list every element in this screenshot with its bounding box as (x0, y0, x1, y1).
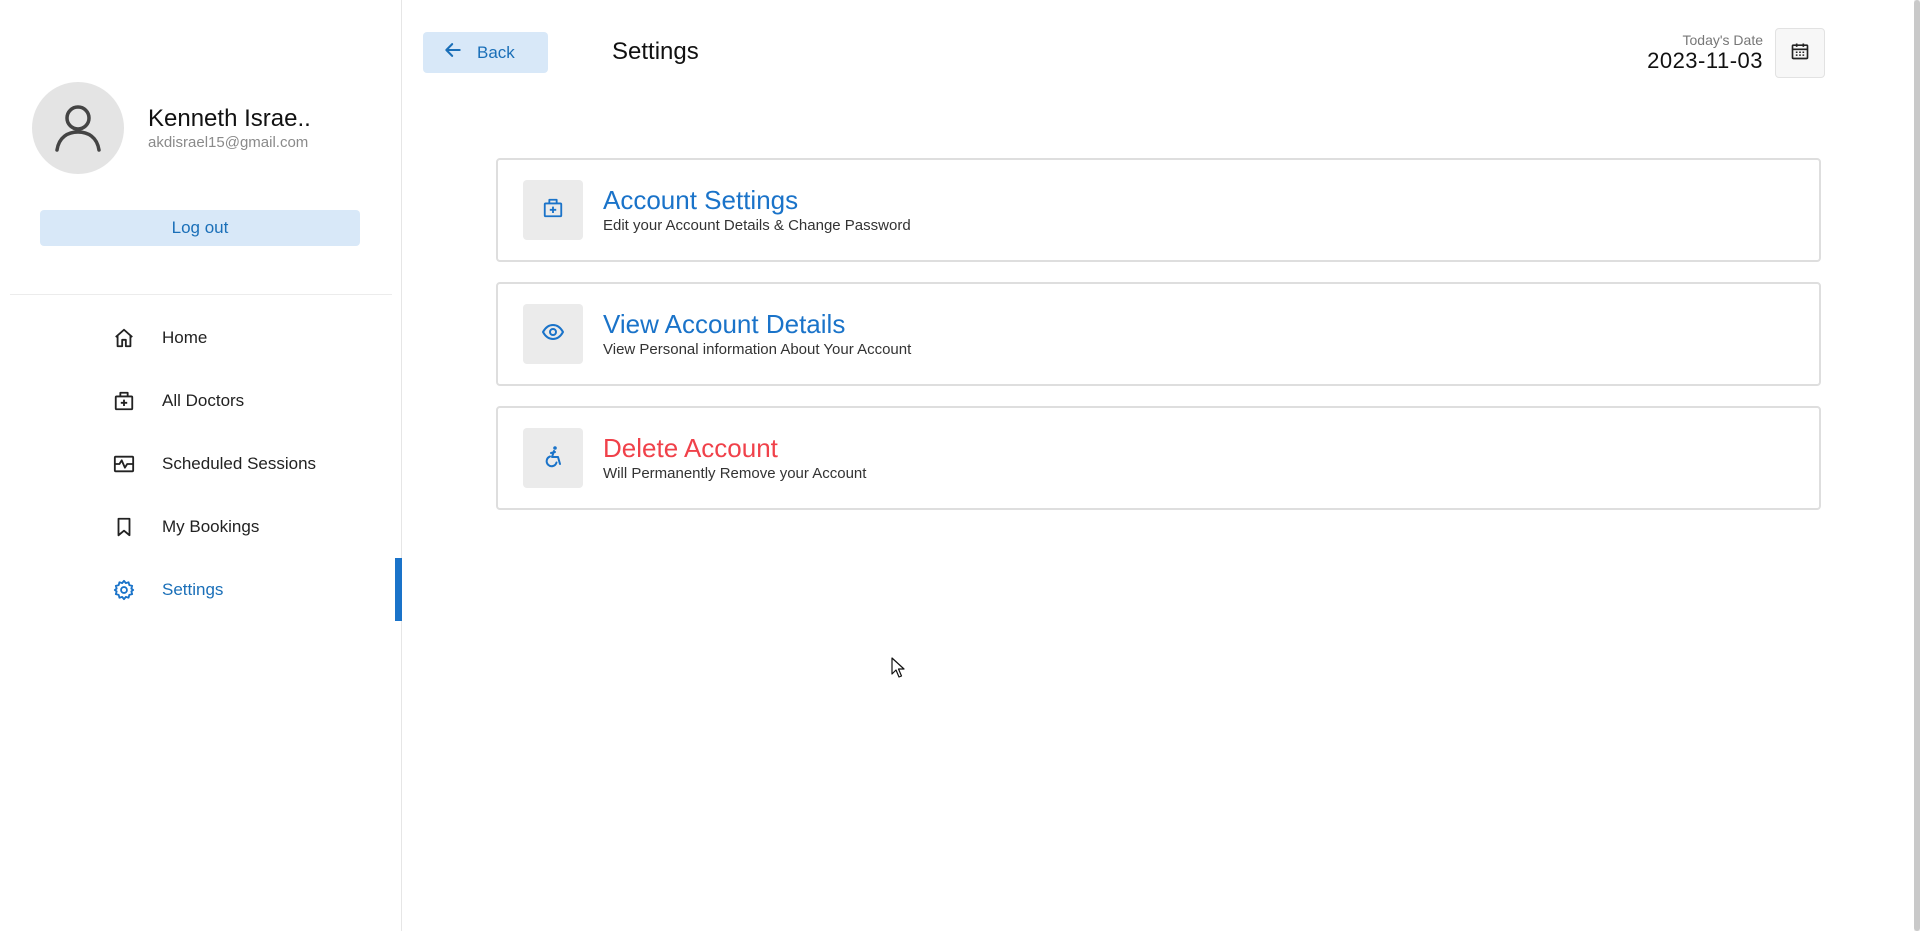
sidebar-item-scheduled-sessions[interactable]: Scheduled Sessions (0, 432, 402, 495)
sidebar-item-home[interactable]: Home (0, 306, 402, 369)
user-icon (55, 105, 101, 152)
sidebar-item-all-doctors[interactable]: All Doctors (0, 369, 402, 432)
card-title: Account Settings (603, 185, 799, 215)
sidebar-item-label: Settings (162, 579, 224, 599)
pulse-monitor-icon (112, 452, 136, 476)
card-icon-box (523, 304, 583, 364)
sidebar-item-settings[interactable]: Settings (0, 558, 402, 621)
gear-icon (112, 578, 136, 602)
sidebar-item-label: Home (162, 327, 208, 347)
sidebar-divider (10, 294, 392, 295)
user-name: Kenneth Israe.. (148, 105, 311, 132)
home-icon (112, 326, 136, 350)
todays-date: Today's Date 2023-11-03 (1647, 32, 1763, 74)
delete-account-card[interactable]: Delete Account Will Permanently Remove y… (496, 406, 1821, 510)
avatar (32, 82, 124, 174)
sidebar-item-label: All Doctors (162, 390, 245, 410)
arrow-left-icon (443, 40, 463, 65)
view-account-details-card[interactable]: View Account Details View Personal infor… (496, 282, 1821, 386)
card-title: View Account Details (603, 309, 846, 339)
accessible-icon (541, 444, 565, 473)
user-profile: Kenneth Israe.. akdisrael15@gmail.com (32, 82, 311, 174)
sidebar-item-label: My Bookings (162, 516, 260, 536)
sidebar-item-my-bookings[interactable]: My Bookings (0, 495, 402, 558)
logout-button[interactable]: Log out (40, 210, 360, 246)
back-button[interactable]: Back (423, 32, 548, 73)
user-email: akdisrael15@gmail.com (148, 134, 309, 151)
calendar-icon (1790, 41, 1810, 66)
date-value: 2023-11-03 (1647, 48, 1763, 73)
card-description: Edit your Account Details & Change Passw… (603, 217, 911, 234)
card-title: Delete Account (603, 433, 778, 463)
medical-bag-icon (542, 197, 564, 224)
sidebar-nav: Home All Doctors Scheduled Sessions My B… (0, 306, 402, 621)
calendar-button[interactable] (1775, 28, 1825, 78)
mouse-cursor-icon (891, 657, 907, 684)
sidebar: Kenneth Israe.. akdisrael15@gmail.com Lo… (0, 0, 402, 931)
eye-icon (541, 320, 565, 349)
account-settings-card[interactable]: Account Settings Edit your Account Detai… (496, 158, 1821, 262)
card-description: View Personal information About Your Acc… (603, 341, 912, 358)
card-icon-box (523, 180, 583, 240)
scrollbar-track[interactable] (1914, 0, 1920, 931)
sidebar-item-label: Scheduled Sessions (162, 453, 317, 473)
card-description: Will Permanently Remove your Account (603, 465, 867, 482)
medical-bag-icon (112, 389, 136, 413)
card-icon-box (523, 428, 583, 488)
scrollbar-thumb[interactable] (1914, 0, 1920, 931)
bookmark-icon (112, 515, 136, 539)
back-button-label: Back (477, 42, 515, 62)
date-label: Today's Date (1682, 32, 1764, 48)
page-title: Settings (612, 38, 699, 65)
